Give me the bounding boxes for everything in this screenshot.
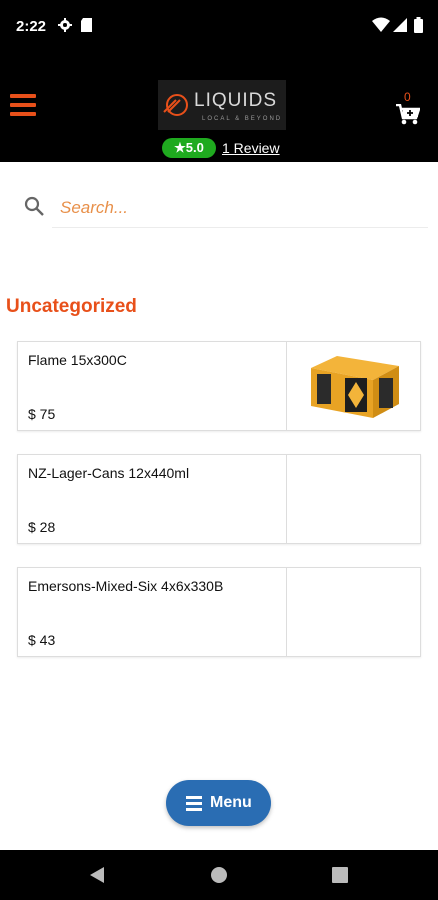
product-name: Emersons-Mixed-Six 4x6x330B <box>28 578 224 594</box>
system-nav-bar <box>0 850 438 900</box>
battery-icon <box>414 17 423 33</box>
logo-tagline: LOCAL & BEYOND <box>202 116 283 122</box>
back-icon[interactable] <box>88 866 106 884</box>
cart-count-badge: 0 <box>404 90 411 104</box>
beer-carton-image <box>311 356 399 418</box>
product-price: $ 75 <box>28 406 56 422</box>
menu-button-label: Menu <box>210 794 252 811</box>
app-header: LIQUIDS LOCAL & BEYOND 0 ★5.0 1 Review <box>0 52 438 162</box>
product-image-box <box>286 342 421 430</box>
status-bar: 2:22 <box>0 0 438 52</box>
review-link[interactable]: 1 Review <box>222 140 280 156</box>
logo-brand-text: LIQUIDS <box>194 90 278 111</box>
product-card[interactable]: Emersons-Mixed-Six 4x6x330B $ 43 <box>17 567 421 657</box>
shopping-cart-icon <box>396 104 420 125</box>
logo-mark-icon <box>163 94 188 116</box>
settings-icon <box>58 18 72 32</box>
search-icon <box>24 196 44 216</box>
product-card[interactable]: NZ-Lager-Cans 12x440ml $ 28 <box>17 454 421 544</box>
category-title: Uncategorized <box>6 296 137 317</box>
signal-icon <box>393 18 407 32</box>
product-name: Flame 15x300C <box>28 352 127 368</box>
product-price: $ 43 <box>28 632 56 648</box>
product-name: NZ-Lager-Cans 12x440ml <box>28 465 190 481</box>
menu-button[interactable]: Menu <box>166 780 271 826</box>
liquids-logo[interactable]: LIQUIDS LOCAL & BEYOND <box>158 80 286 130</box>
status-time: 2:22 <box>16 18 47 35</box>
product-image-box <box>286 455 421 543</box>
search-input[interactable] <box>52 188 428 228</box>
recents-icon[interactable] <box>332 867 348 883</box>
sd-card-icon <box>81 18 92 32</box>
cart-button[interactable]: 0 <box>396 90 424 130</box>
product-price: $ 28 <box>28 519 56 535</box>
wifi-icon <box>372 17 390 32</box>
product-image-box <box>286 568 421 656</box>
hamburger-menu-icon[interactable] <box>10 94 36 116</box>
product-card[interactable]: Flame 15x300C $ 75 <box>17 341 421 431</box>
rating-badge: ★5.0 <box>162 138 216 158</box>
home-icon[interactable] <box>210 866 228 884</box>
menu-icon <box>186 796 202 814</box>
